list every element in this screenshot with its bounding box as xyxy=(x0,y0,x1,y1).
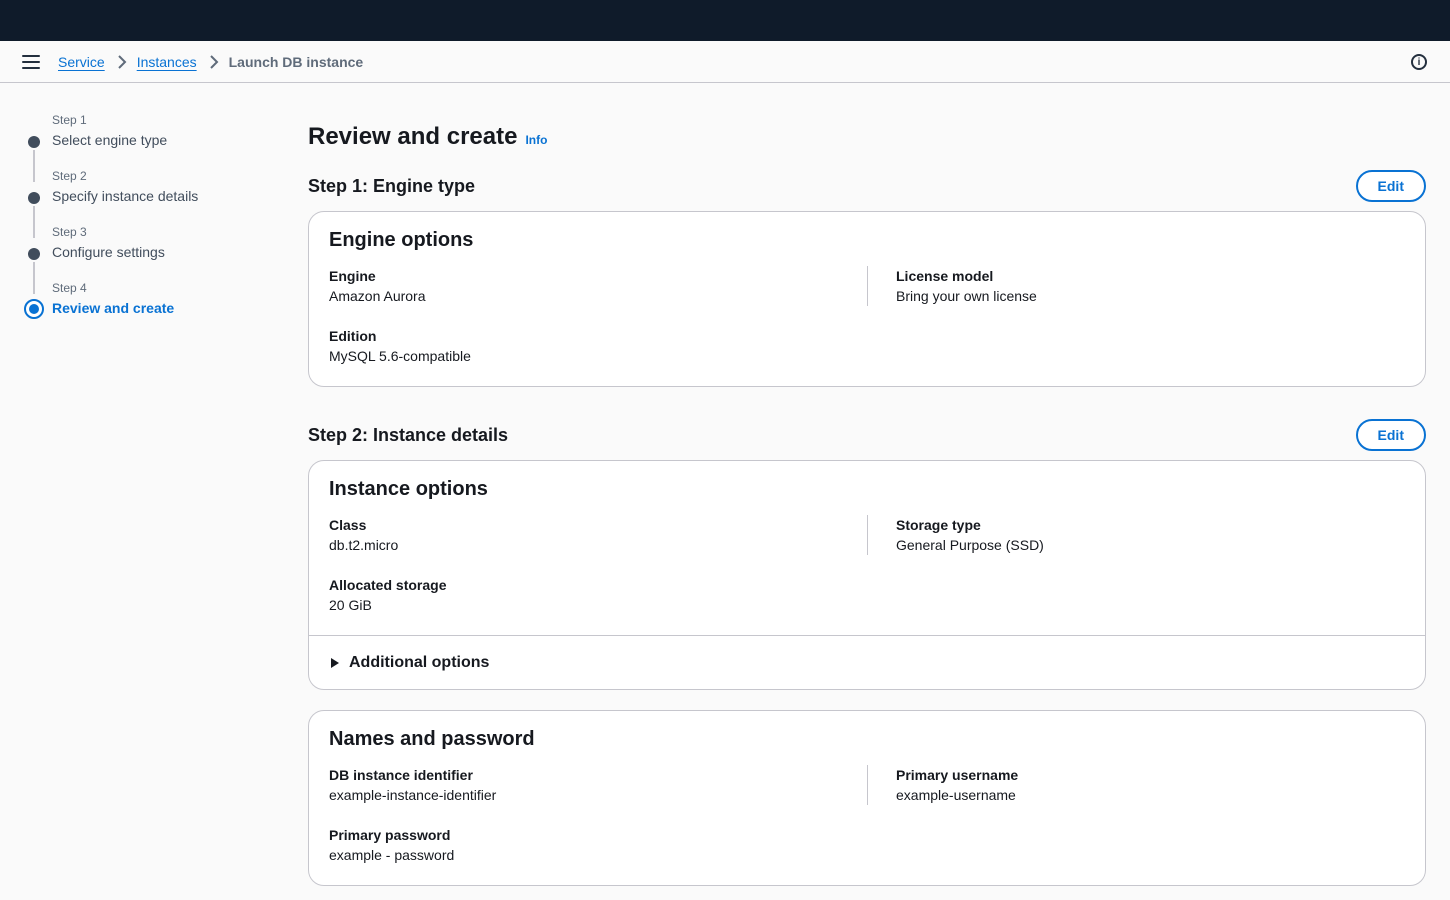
hamburger-menu-icon[interactable] xyxy=(22,54,40,69)
field-value: 20 GiB xyxy=(329,597,372,613)
caret-right-icon xyxy=(331,657,339,668)
chevron-right-icon xyxy=(209,54,219,69)
wizard-step-label: Step 1 xyxy=(52,113,87,127)
step1-section: Step 1: Engine type Edit Engine options … xyxy=(308,170,1426,387)
card-title: Names and password xyxy=(329,728,535,750)
storage-type-field: Storage type General Purpose (SSD) xyxy=(896,515,1405,555)
field-value: Bring your own license xyxy=(896,288,1037,304)
chevron-right-icon xyxy=(117,54,127,69)
db-instance-identifier-field: DB instance identifier example-instance-… xyxy=(329,765,867,805)
wizard-step-label: Step 4 xyxy=(52,281,87,295)
top-navigation-bar xyxy=(0,0,1450,41)
breadcrumb-link-instances[interactable]: Instances xyxy=(137,54,197,70)
edition-field: Edition MySQL 5.6-compatible xyxy=(329,326,867,366)
page-title: Review and create xyxy=(308,123,518,150)
field-label: Storage type xyxy=(896,517,981,533)
field-label: Primary password xyxy=(329,827,451,843)
additional-options-expander[interactable]: Additional options xyxy=(309,635,1425,689)
wizard-step-label: Step 2 xyxy=(52,169,87,183)
allocated-storage-field: Allocated storage 20 GiB xyxy=(329,575,867,615)
field-label: Engine xyxy=(329,268,376,284)
step-indicator-icon xyxy=(28,136,40,148)
info-circle-icon[interactable]: i xyxy=(1411,54,1427,70)
primary-password-field: Primary password example - password xyxy=(329,825,867,865)
field-label: Class xyxy=(329,517,367,533)
field-label: Edition xyxy=(329,328,377,344)
section-header: Step 2: Instance details Edit xyxy=(308,419,1426,451)
edit-step1-button[interactable]: Edit xyxy=(1355,170,1426,202)
step-indicator-icon xyxy=(28,192,40,204)
section-title: Step 2: Instance details xyxy=(308,425,509,445)
field-label: License model xyxy=(896,268,994,284)
main-content: Review and create Info Step 1: Engine ty… xyxy=(308,120,1426,886)
instance-options-card: Instance options Class db.t2.micro Alloc… xyxy=(308,460,1426,690)
breadcrumb-link-service[interactable]: Service xyxy=(58,54,105,70)
card-title: Instance options xyxy=(329,478,488,500)
section-header: Step 1: Engine type Edit xyxy=(308,170,1426,202)
breadcrumb-current: Launch DB instance xyxy=(228,53,364,70)
field-value: example-username xyxy=(896,787,1016,803)
field-label: Primary username xyxy=(896,767,1019,783)
names-and-password-card: Names and password DB instance identifie… xyxy=(308,710,1426,886)
wizard-step-label: Step 3 xyxy=(52,225,87,239)
expander-label: Additional options xyxy=(349,653,490,671)
class-field: Class db.t2.micro xyxy=(329,515,867,555)
engine-field: Engine Amazon Aurora xyxy=(329,266,867,306)
wizard-step-title: Configure settings xyxy=(52,244,165,260)
field-value: db.t2.micro xyxy=(329,537,399,553)
wizard-navigation: Step 1 Select engine type Step 2 Specify… xyxy=(24,112,264,336)
step2-section: Step 2: Instance details Edit Instance o… xyxy=(308,419,1426,886)
wizard-step-title-active: Review and create xyxy=(52,300,175,316)
field-value: example - password xyxy=(329,847,455,863)
breadcrumb: Service Instances Launch DB instance xyxy=(58,54,363,70)
step-indicator-icon xyxy=(28,248,40,260)
field-value: General Purpose (SSD) xyxy=(896,537,1044,553)
engine-options-card: Engine options Engine Amazon Aurora Edit… xyxy=(308,211,1426,387)
field-value: MySQL 5.6-compatible xyxy=(329,348,471,364)
wizard-step-4: Step 4 Review and create xyxy=(24,280,264,336)
field-label: Allocated storage xyxy=(329,577,447,593)
field-value: example-instance-identifier xyxy=(329,787,497,803)
field-label: DB instance identifier xyxy=(329,767,473,783)
primary-username-field: Primary username example-username xyxy=(896,765,1405,805)
step-indicator-active-icon xyxy=(24,299,44,319)
edit-step2-button[interactable]: Edit xyxy=(1355,419,1426,451)
breadcrumb-bar: Service Instances Launch DB instance i xyxy=(0,41,1450,83)
page-heading: Review and create Info xyxy=(308,120,1426,154)
wizard-step-title: Select engine type xyxy=(52,132,168,148)
field-value: Amazon Aurora xyxy=(329,288,426,304)
license-model-field: License model Bring your own license xyxy=(896,266,1405,306)
section-title: Step 1: Engine type xyxy=(308,176,476,196)
info-link[interactable]: Info xyxy=(525,133,547,147)
card-title: Engine options xyxy=(329,229,474,251)
wizard-step-3: Step 3 Configure settings xyxy=(24,224,264,294)
wizard-step-title: Specify instance details xyxy=(52,188,199,204)
wizard-step-1: Step 1 Select engine type xyxy=(24,112,264,182)
wizard-step-2: Step 2 Specify instance details xyxy=(24,168,264,238)
